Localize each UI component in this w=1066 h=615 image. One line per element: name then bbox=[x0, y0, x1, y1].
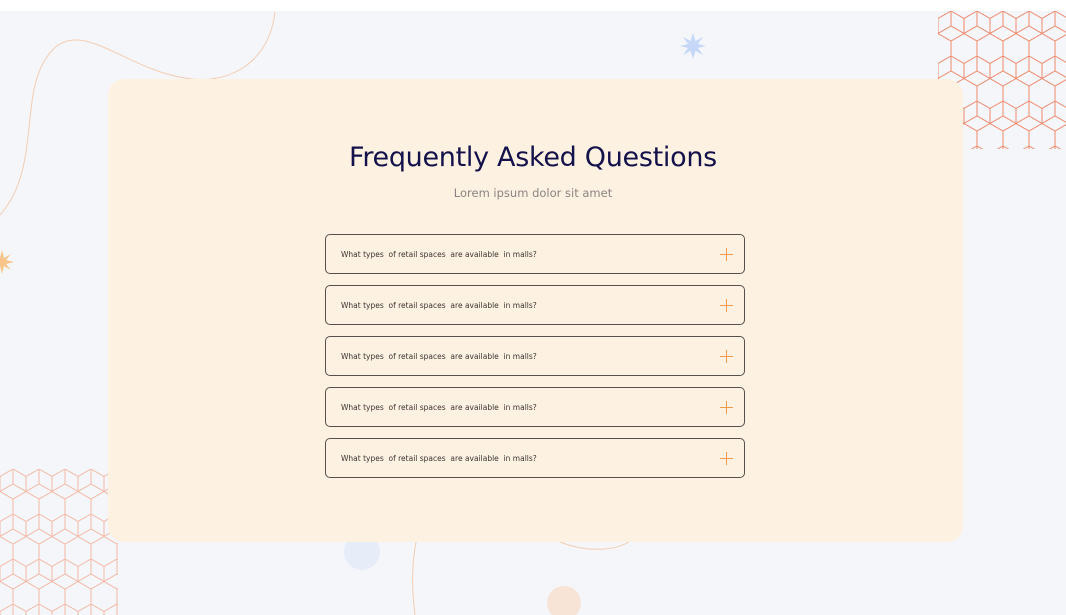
plus-icon[interactable] bbox=[720, 349, 733, 363]
faq-question: What types of retail spaces are availabl… bbox=[341, 351, 537, 361]
faq-subtitle: Lorem ipsum dolor sit amet bbox=[453, 186, 613, 200]
plus-icon[interactable] bbox=[720, 400, 733, 414]
faq-item[interactable]: What types of retail spaces are availabl… bbox=[325, 387, 745, 427]
faq-item[interactable]: What types of retail spaces are availabl… bbox=[325, 336, 745, 376]
circle-decoration-peach bbox=[547, 586, 581, 615]
top-strip bbox=[0, 0, 1066, 11]
plus-icon[interactable] bbox=[720, 298, 733, 312]
hexagon-pattern-bottom-left bbox=[0, 469, 118, 615]
orange-star-decoration bbox=[0, 250, 14, 274]
faq-list: What types of retail spaces are availabl… bbox=[325, 234, 745, 489]
blue-star-decoration bbox=[680, 33, 706, 59]
faq-item[interactable]: What types of retail spaces are availabl… bbox=[325, 285, 745, 325]
faq-question: What types of retail spaces are availabl… bbox=[341, 402, 537, 412]
faq-item[interactable]: What types of retail spaces are availabl… bbox=[325, 438, 745, 478]
plus-icon[interactable] bbox=[720, 451, 733, 465]
faq-question: What types of retail spaces are availabl… bbox=[341, 249, 537, 259]
faq-question: What types of retail spaces are availabl… bbox=[341, 453, 537, 463]
faq-question: What types of retail spaces are availabl… bbox=[341, 300, 537, 310]
faq-title: Frequently Asked Questions bbox=[349, 142, 717, 173]
plus-icon[interactable] bbox=[720, 247, 733, 261]
faq-item[interactable]: What types of retail spaces are availabl… bbox=[325, 234, 745, 274]
